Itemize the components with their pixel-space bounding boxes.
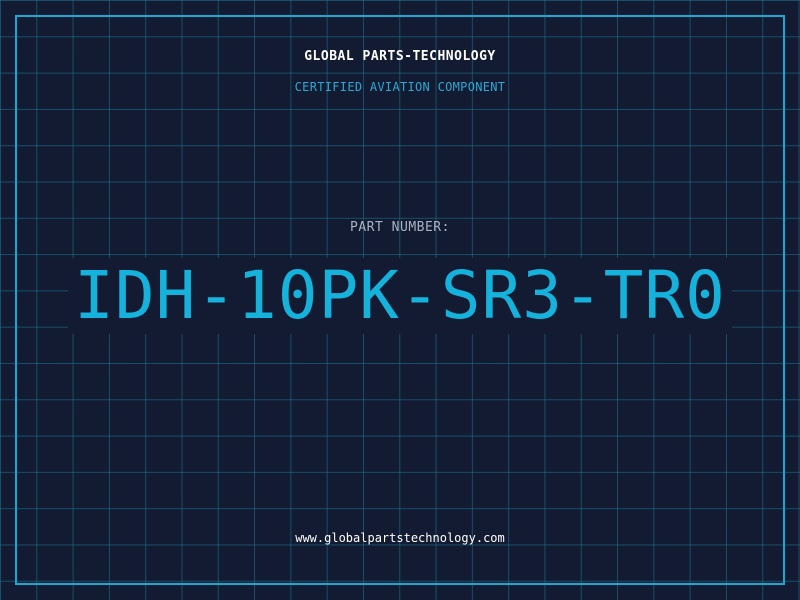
company-name: GLOBAL PARTS-TECHNOLOGY [304, 49, 496, 64]
website-url: www.globalpartstechnology.com [295, 531, 505, 545]
tagline: CERTIFIED AVIATION COMPONENT [294, 80, 506, 94]
part-label-card: GLOBAL PARTS-TECHNOLOGY CERTIFIED AVIATI… [0, 0, 800, 600]
part-number-container: IDH-10PK-SR3-TR0 [0, 258, 800, 334]
part-number-label: PART NUMBER: [350, 220, 450, 235]
part-number-value: IDH-10PK-SR3-TR0 [68, 258, 732, 334]
